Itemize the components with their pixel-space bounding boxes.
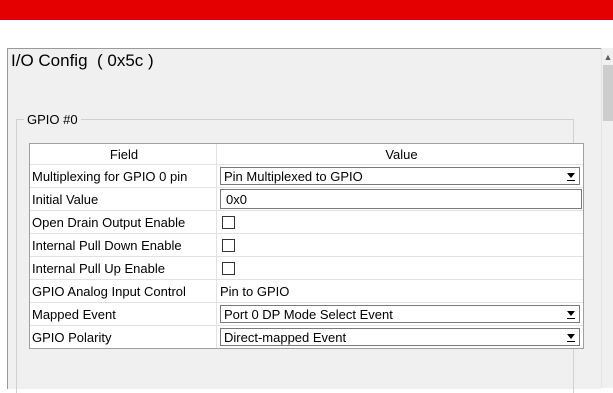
dropdown-arrow-icon[interactable]: [564, 330, 578, 344]
initial-value-label: Initial Value: [30, 188, 217, 210]
analog-input-label: GPIO Analog Input Control: [30, 280, 217, 302]
polarity-label: GPIO Polarity: [30, 326, 217, 348]
header-bar: [0, 0, 613, 20]
open-drain-label: Open Drain Output Enable: [30, 211, 217, 233]
gpio-config-table: Field Value Multiplexing for GPIO 0 pin …: [29, 143, 584, 349]
initial-value-cell: 0x0: [217, 188, 583, 210]
gpio-group-legend: GPIO #0: [27, 112, 78, 127]
pull-down-checkbox[interactable]: [222, 238, 235, 252]
pull-up-checkbox[interactable]: [222, 261, 235, 275]
mapped-event-label: Mapped Event: [30, 303, 217, 325]
polarity-select-value: Direct-mapped Event: [224, 329, 347, 345]
table-row: Internal Pull Down Enable: [30, 234, 583, 257]
pull-down-label: Internal Pull Down Enable: [30, 234, 217, 256]
dropdown-arrow-icon[interactable]: [564, 307, 578, 321]
table-header-row: Field Value: [30, 144, 583, 165]
scroll-thumb[interactable]: [603, 65, 613, 121]
table-row: Internal Pull Up Enable: [30, 257, 583, 280]
table-row: GPIO Analog Input Control Pin to GPIO: [30, 280, 583, 303]
table-row: GPIO Polarity Direct-mapped Event: [30, 326, 583, 348]
open-drain-checkbox[interactable]: [222, 215, 235, 229]
table-row: Mapped Event Port 0 DP Mode Select Event: [30, 303, 583, 326]
dropdown-arrow-icon[interactable]: [564, 169, 578, 183]
pull-up-cell: [217, 257, 583, 279]
panel-title: I/O Config ( 0x5c ): [11, 51, 154, 70]
analog-input-value: Pin to GPIO: [220, 283, 290, 299]
mux-label: Multiplexing for GPIO 0 pin: [30, 165, 217, 187]
vertical-scrollbar[interactable]: ▲: [601, 48, 613, 388]
mapped-event-select-value: Port 0 DP Mode Select Event: [224, 306, 393, 322]
mux-select[interactable]: Pin Multiplexed to GPIO: [220, 167, 580, 185]
table-row: Open Drain Output Enable: [30, 211, 583, 234]
pull-up-label: Internal Pull Up Enable: [30, 257, 217, 279]
field-column-header: Field: [30, 144, 217, 164]
chevron-up-icon[interactable]: ▲: [602, 50, 613, 64]
table-row: Initial Value 0x0: [30, 188, 583, 211]
polarity-cell: Direct-mapped Event: [217, 326, 583, 348]
open-drain-cell: [217, 211, 583, 233]
mapped-event-select[interactable]: Port 0 DP Mode Select Event: [220, 305, 580, 323]
table-row: Multiplexing for GPIO 0 pin Pin Multiple…: [30, 165, 583, 188]
value-column-header: Value: [385, 146, 418, 162]
initial-value-input[interactable]: 0x0: [220, 189, 582, 209]
mux-select-value: Pin Multiplexed to GPIO: [224, 168, 363, 184]
polarity-select[interactable]: Direct-mapped Event: [220, 328, 580, 346]
mux-value-cell: Pin Multiplexed to GPIO: [217, 165, 583, 187]
pull-down-cell: [217, 234, 583, 256]
mapped-event-cell: Port 0 DP Mode Select Event: [217, 303, 583, 325]
